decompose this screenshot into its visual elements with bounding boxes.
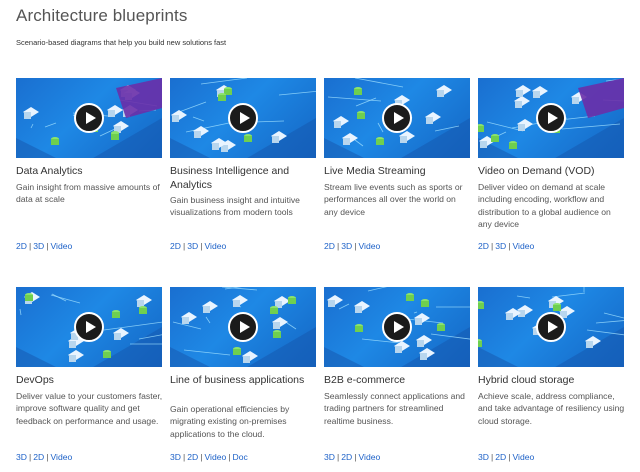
card-title: Business Intelligence and Analytics (170, 165, 290, 191)
link-separator: | (29, 452, 32, 462)
link-2d[interactable]: 2D (495, 452, 506, 462)
link-2d[interactable]: 2D (187, 452, 198, 462)
link-separator: | (46, 452, 49, 462)
link-video[interactable]: Video (204, 241, 226, 251)
link-separator: | (228, 452, 231, 462)
card-description: Gain operational efficiencies by migrati… (170, 404, 290, 439)
video-thumbnail[interactable] (16, 78, 162, 158)
link-separator: | (491, 452, 494, 462)
link-separator: | (337, 241, 340, 251)
card-links: 3D | 2D | Video (324, 452, 380, 462)
card-title: Data Analytics (16, 165, 83, 177)
play-icon[interactable] (382, 103, 412, 133)
link-3d[interactable]: 3D (187, 241, 198, 251)
link-separator: | (354, 452, 357, 462)
card-description: Gain business insight and intuitive visu… (170, 195, 300, 218)
link-separator: | (337, 452, 340, 462)
blueprint-card-devops: DevOps Deliver value to your customers fa… (16, 287, 166, 462)
card-links: 3D | 2D | Video | Doc (170, 452, 248, 462)
link-separator: | (29, 241, 32, 251)
link-2d[interactable]: 2D (341, 452, 352, 462)
link-3d[interactable]: 3D (495, 241, 506, 251)
link-separator: | (491, 241, 494, 251)
card-title: DevOps (16, 374, 54, 386)
card-description: Stream live events such as sports or per… (324, 182, 463, 217)
play-icon[interactable] (536, 312, 566, 342)
link-video[interactable]: Video (358, 241, 380, 251)
link-separator: | (183, 241, 186, 251)
link-2d[interactable]: 2D (324, 241, 335, 251)
card-description: Gain insight from massive amounts of dat… (16, 182, 160, 205)
play-icon[interactable] (228, 103, 258, 133)
link-3d[interactable]: 3D (16, 452, 27, 462)
play-icon[interactable] (382, 312, 412, 342)
card-links: 3D | 2D | Video (478, 452, 534, 462)
card-links: 2D | 3D | Video (324, 241, 380, 251)
link-video[interactable]: Video (512, 452, 534, 462)
video-thumbnail[interactable] (170, 287, 316, 367)
card-title: Video on Demand (VOD) (478, 165, 595, 177)
blueprint-card-data-analytics: Data Analytics Gain insight from massive … (16, 78, 166, 251)
link-separator: | (183, 452, 186, 462)
link-video[interactable]: Video (512, 241, 534, 251)
link-3d[interactable]: 3D (170, 452, 181, 462)
link-video[interactable]: Video (358, 452, 380, 462)
link-2d[interactable]: 2D (478, 241, 489, 251)
video-thumbnail[interactable] (170, 78, 316, 158)
link-doc[interactable]: Doc (233, 452, 248, 462)
video-thumbnail[interactable] (478, 78, 624, 158)
blueprint-card-hybrid-cloud-storage: Hybrid cloud storage Achieve scale, addre… (478, 287, 628, 462)
play-icon[interactable] (74, 103, 104, 133)
card-description: Seamlessly connect applications and trad… (324, 391, 465, 426)
blueprint-card-line-of-business-applications: Line of business applications Gain operat… (170, 287, 320, 462)
blueprint-card-business-intelligence-and-analytics: Business Intelligence and Analytics Gain … (170, 78, 320, 251)
card-links: 3D | 2D | Video (16, 452, 72, 462)
card-description: Deliver value to your customers faster, … (16, 391, 163, 426)
card-links: 2D | 3D | Video (16, 241, 72, 251)
play-icon[interactable] (536, 103, 566, 133)
card-description: Achieve scale, address compliance, and t… (478, 391, 625, 426)
link-2d[interactable]: 2D (33, 452, 44, 462)
blueprint-card-live-media-streaming: Live Media Streaming Stream live events s… (324, 78, 474, 251)
play-icon[interactable] (74, 312, 104, 342)
play-icon[interactable] (228, 312, 258, 342)
link-video[interactable]: Video (50, 241, 72, 251)
link-video[interactable]: Video (204, 452, 226, 462)
card-links: 2D | 3D | Video (170, 241, 226, 251)
page-subtitle: Scenario-based diagrams that help you bu… (16, 38, 227, 47)
link-3d[interactable]: 3D (341, 241, 352, 251)
link-separator: | (508, 452, 511, 462)
card-links: 2D | 3D | Video (478, 241, 534, 251)
card-title: B2B e-commerce (324, 374, 406, 386)
link-3d[interactable]: 3D (33, 241, 44, 251)
video-thumbnail[interactable] (478, 287, 624, 367)
link-separator: | (200, 241, 203, 251)
link-separator: | (354, 241, 357, 251)
link-separator: | (200, 452, 203, 462)
page-title: Architecture blueprints (16, 6, 188, 25)
card-title: Live Media Streaming (324, 165, 426, 177)
blueprint-card-video-on-demand-vod: Video on Demand (VOD) Deliver video on de… (478, 78, 628, 251)
link-video[interactable]: Video (50, 452, 72, 462)
link-2d[interactable]: 2D (16, 241, 27, 251)
card-title: Hybrid cloud storage (478, 374, 575, 386)
link-2d[interactable]: 2D (170, 241, 181, 251)
link-separator: | (46, 241, 49, 251)
card-title: Line of business applications (170, 374, 305, 386)
card-description: Deliver video on demand at scale includi… (478, 182, 611, 230)
blueprint-card-b2b-e-commerce: B2B e-commerce Seamlessly connect applica… (324, 287, 474, 462)
video-thumbnail[interactable] (324, 78, 470, 158)
link-3d[interactable]: 3D (324, 452, 335, 462)
video-thumbnail[interactable] (16, 287, 162, 367)
video-thumbnail[interactable] (324, 287, 470, 367)
link-separator: | (508, 241, 511, 251)
link-3d[interactable]: 3D (478, 452, 489, 462)
